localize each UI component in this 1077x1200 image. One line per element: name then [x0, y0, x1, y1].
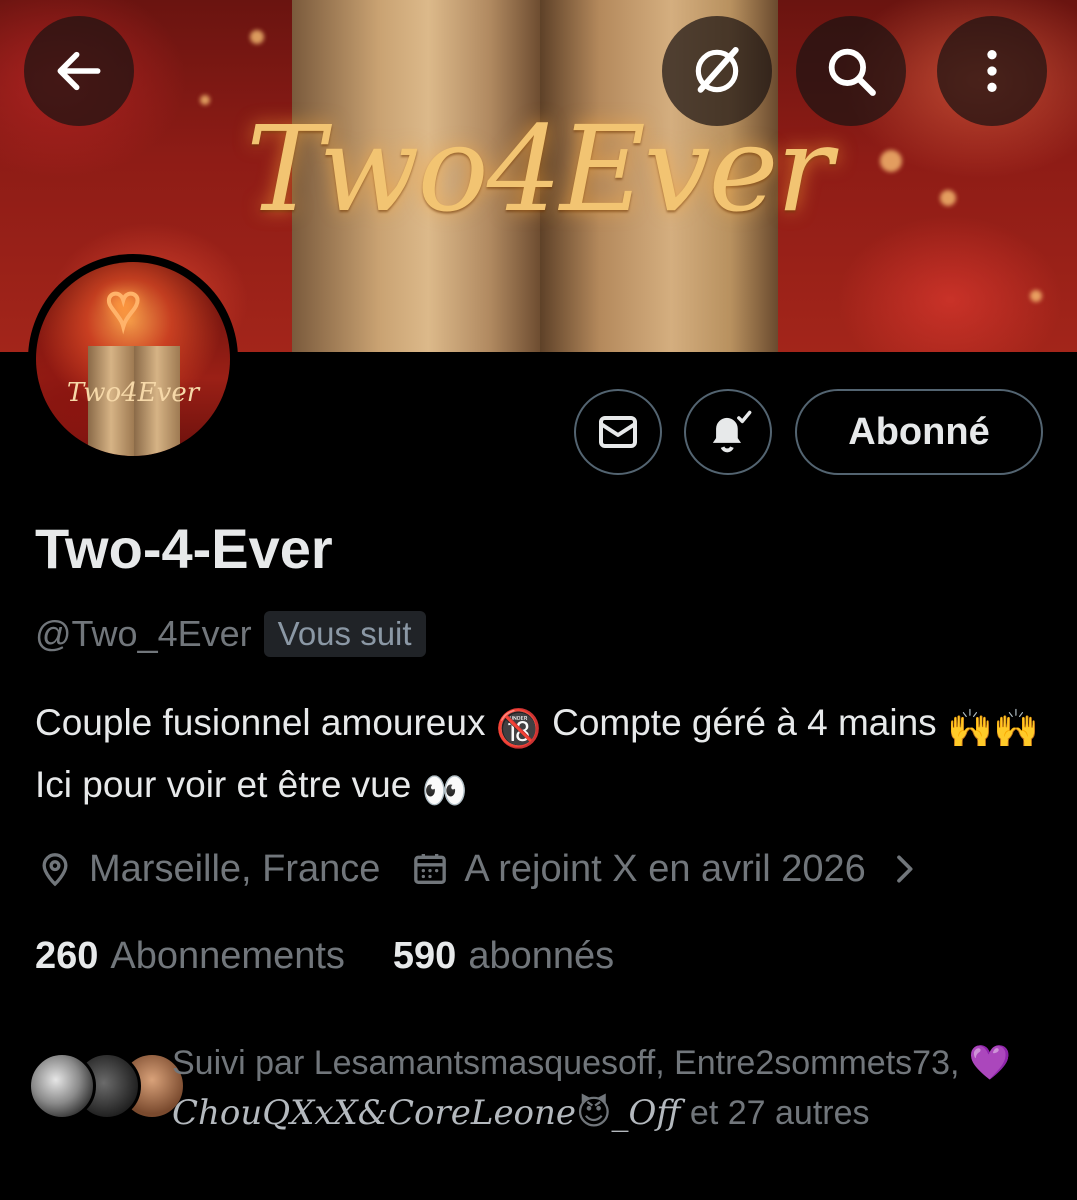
avatar[interactable]: ♥ Two4Ever — [28, 254, 238, 464]
smiling-devil-emoji: 😈 — [576, 1094, 612, 1132]
search-icon — [828, 48, 876, 96]
avatar-logo-text: Two4Ever — [66, 378, 200, 408]
following-label: Abonnements — [110, 934, 345, 977]
following-link[interactable]: 260 Abonnements — [35, 935, 345, 978]
handle: @Two_4Ever — [35, 613, 252, 654]
bio-text: Couple fusionnel amoureux — [35, 702, 486, 743]
bell-check-icon — [712, 410, 752, 453]
display-name: Two-4-Ever — [35, 517, 333, 580]
following-button[interactable]: Abonné — [795, 389, 1043, 475]
followed-by-avatars[interactable] — [28, 1052, 186, 1122]
handle-row: @Two_4Ever Vous suit — [35, 610, 426, 658]
raising-hands-emoji: 🙌🙌 — [946, 708, 1040, 749]
follower-avatar — [28, 1052, 96, 1120]
followed-by-prefix: Suivi par Lesamantsmasquesoff, Entre2som… — [172, 1044, 960, 1082]
followed-by-fancy-name: ChouQXxX&CoreLeone — [172, 1093, 577, 1133]
grok-icon — [695, 46, 739, 93]
followers-link[interactable]: 590 abonnés — [393, 935, 614, 978]
grok-button[interactable] — [662, 16, 772, 126]
followed-by-fancy-suffix: _Off — [611, 1093, 681, 1133]
avatar-image: ♥ Two4Ever — [36, 262, 230, 456]
banner-light — [250, 30, 264, 44]
followed-by-text[interactable]: Suivi par Lesamantsmasquesoff, Entre2som… — [172, 1038, 1062, 1138]
mail-icon — [599, 416, 637, 448]
followed-by-suffix: et 27 autres — [680, 1094, 870, 1132]
eyes-emoji: 👀 — [421, 770, 468, 811]
back-button[interactable] — [24, 16, 134, 126]
joined-date: A rejoint X en avril 2026 — [464, 847, 866, 890]
followers-label: abonnés — [468, 934, 615, 977]
follows-you-badge: Vous suit — [263, 611, 426, 657]
search-button[interactable] — [796, 16, 906, 126]
heart-icon: ♥ — [104, 274, 142, 339]
location-text: Marseille, France — [89, 847, 381, 890]
followers-count: 590 — [392, 934, 457, 977]
no-under-18-emoji: 🔞 — [495, 708, 542, 749]
arrow-left-icon — [57, 51, 101, 91]
banner-title: Two4Ever — [246, 100, 833, 238]
banner-light — [1030, 290, 1042, 302]
message-button[interactable] — [574, 389, 662, 475]
profile-meta: Marseille, France A rejoint X en avril 2… — [35, 840, 924, 898]
calendar-icon — [414, 854, 447, 884]
following-count: 260 — [35, 934, 99, 977]
bio: Couple fusionnel amoureux 🔞 Compte géré … — [35, 695, 1045, 819]
notifications-button[interactable] — [684, 389, 772, 475]
bio-text: Ici pour voir et être vue — [35, 764, 412, 805]
follow-stats: 260 Abonnements 590 abonnés — [35, 928, 614, 984]
purple-heart-emoji: 💜 — [968, 1044, 1012, 1082]
more-vertical-icon — [987, 50, 997, 92]
more-button[interactable] — [937, 16, 1047, 126]
location-pin-icon — [42, 853, 68, 887]
bio-text: Compte géré à 4 mains — [552, 702, 937, 743]
chevron-right-icon[interactable] — [884, 849, 924, 889]
